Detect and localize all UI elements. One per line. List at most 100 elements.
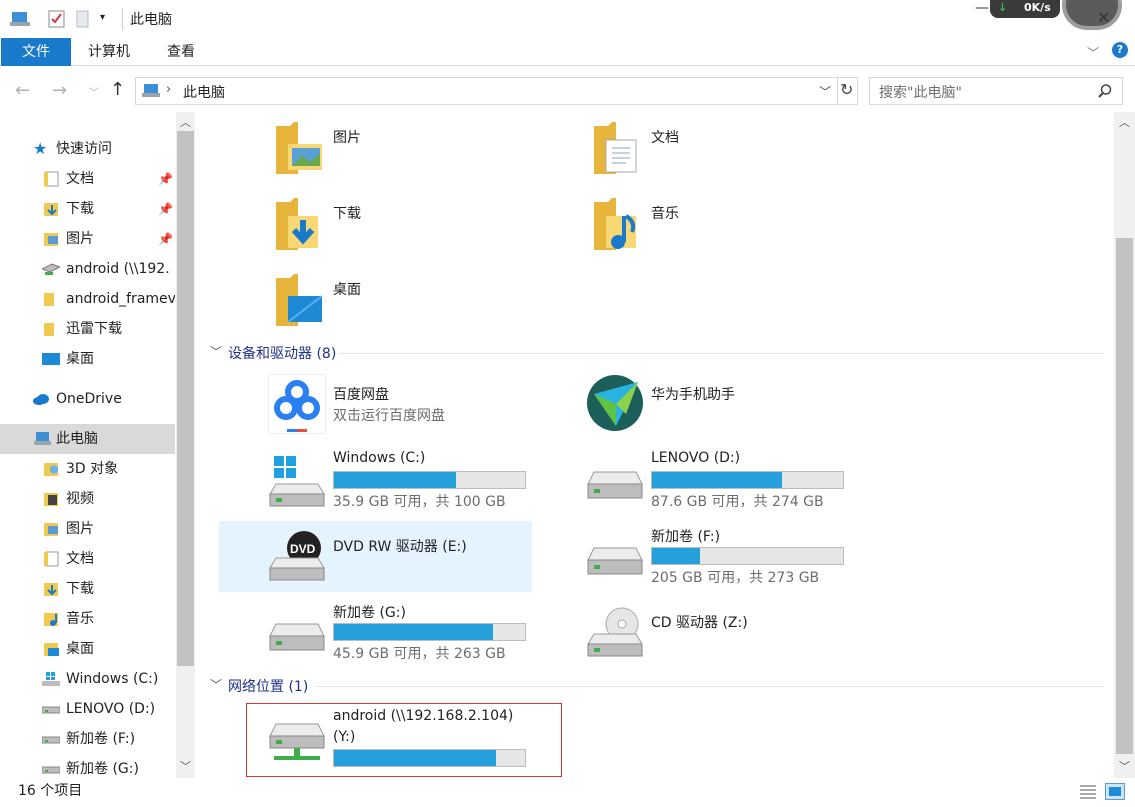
ribbon: 文件 计算机 查看 ﹀ ? <box>0 38 1135 66</box>
folder-label-downloads: 下载 <box>333 206 361 222</box>
search-box[interactable]: 搜索"此电脑" <box>869 77 1123 105</box>
drive-f-icon[interactable] <box>586 542 644 582</box>
item-count: 16 个项目 <box>18 783 83 799</box>
back-button[interactable]: ← <box>15 80 30 101</box>
downloads-icon <box>44 581 60 597</box>
pictures-icon <box>44 521 60 537</box>
close-button[interactable]: ✕ <box>1097 8 1110 27</box>
downloads-icon <box>44 201 60 217</box>
pin-icon[interactable]: 📌 <box>158 224 173 254</box>
folder-tile-music[interactable] <box>594 198 642 250</box>
forward-button[interactable]: → <box>52 80 67 101</box>
this-pc-icon <box>142 83 162 99</box>
windows-drive-icon <box>42 671 60 687</box>
folder-tile-downloads[interactable] <box>276 198 324 250</box>
network-name-line1: android (\\192.168.2.104) <box>333 708 514 724</box>
sidebar-item-desktop-pc[interactable]: 桌面 <box>0 634 175 664</box>
search-icon[interactable] <box>1098 84 1112 98</box>
device-tile-dvd-selected[interactable] <box>219 521 532 592</box>
group-header-network[interactable]: ﹀ 网络位置 (1) <box>210 676 1106 696</box>
refresh-icon[interactable]: ↻ <box>840 80 853 99</box>
sidebar-item-desktop[interactable]: 桌面 <box>0 344 175 374</box>
sidebar-scroll-thumb[interactable] <box>177 131 194 666</box>
sidebar-item-3d-objects[interactable]: 3D 对象 <box>0 454 175 484</box>
sidebar-item-downloads[interactable]: 下载 📌 <box>0 194 175 224</box>
sidebar-item-android-framework[interactable]: android_framev <box>0 284 175 314</box>
recent-locations-icon[interactable]: ﹀ <box>89 84 99 99</box>
network-usage-bar <box>333 749 526 767</box>
sidebar-item-onedrive[interactable]: OneDrive <box>0 384 175 414</box>
scroll-up-icon[interactable]: ︿ <box>1119 114 1130 130</box>
folder-label-pictures: 图片 <box>333 130 361 146</box>
sidebar-item-label: android (\\192. <box>66 261 170 277</box>
device-sub-g: 45.9 GB 可用，共 263 GB <box>333 646 506 662</box>
content-scrollbar[interactable]: ︿ ﹀ <box>1114 112 1135 778</box>
cube-icon <box>44 461 60 477</box>
sidebar-item-this-pc[interactable]: 此电脑 <box>0 424 175 454</box>
folder-tile-documents[interactable] <box>594 122 642 174</box>
sidebar-item-downloads-pc[interactable]: 下载 <box>0 574 175 604</box>
up-button[interactable]: ↑ <box>110 79 125 100</box>
cd-drive-icon[interactable] <box>586 606 644 660</box>
drive-icon <box>42 701 60 717</box>
sidebar-item-documents[interactable]: 文档 📌 <box>0 164 175 194</box>
group-header-devices[interactable]: ﹀ 设备和驱动器 (8) <box>210 343 1106 363</box>
breadcrumb-this-pc[interactable]: 此电脑 <box>183 82 225 102</box>
content-scroll-thumb[interactable] <box>1116 238 1133 754</box>
scroll-up-icon[interactable]: ︿ <box>180 114 191 130</box>
folder-tile-desktop[interactable] <box>276 274 324 326</box>
documents-icon <box>44 551 60 567</box>
sidebar-item-label: 图片 <box>66 231 94 247</box>
new-folder-icon[interactable] <box>76 10 90 28</box>
search-input[interactable]: 搜索"此电脑" <box>879 82 962 102</box>
sidebar-item-drive-f[interactable]: 新加卷 (F:) <box>0 724 175 754</box>
sidebar-item-videos[interactable]: 视频 <box>0 484 175 514</box>
chevron-down-icon[interactable]: ﹀ <box>210 676 222 693</box>
drive-icon <box>42 761 60 777</box>
breadcrumb-chevron-icon[interactable]: › <box>166 82 171 97</box>
sidebar-item-pictures-pc[interactable]: 图片 <box>0 514 175 544</box>
address-dropdown-icon[interactable]: ﹀ <box>819 83 831 100</box>
large-icons-view-icon[interactable] <box>1105 783 1125 800</box>
sidebar-item-music[interactable]: 音乐 <box>0 604 175 634</box>
address-bar[interactable]: › 此电脑 ﹀ ↻ <box>135 77 858 105</box>
quick-access-dropdown-icon[interactable]: ▾ <box>100 12 105 23</box>
documents-icon <box>44 171 60 187</box>
sidebar-item-pictures[interactable]: 图片 📌 <box>0 224 175 254</box>
help-icon[interactable]: ? <box>1112 42 1128 58</box>
drive-d-icon[interactable] <box>586 466 644 506</box>
folder-tile-pictures[interactable] <box>276 122 324 174</box>
chevron-down-icon[interactable]: ﹀ <box>210 343 222 360</box>
sidebar-item-drive-c[interactable]: Windows (C:) <box>0 664 175 694</box>
dvd-drive-icon[interactable]: DVD <box>268 530 326 584</box>
sidebar-scrollbar[interactable]: ︿ ﹀ <box>176 112 195 778</box>
device-name-z: CD 驱动器 (Z:) <box>651 615 748 631</box>
tab-computer[interactable]: 计算机 <box>88 38 130 66</box>
pin-icon[interactable]: 📌 <box>158 164 173 194</box>
downloads-folder-icon <box>276 198 318 250</box>
scroll-down-icon[interactable]: ﹀ <box>180 758 191 774</box>
ribbon-expand-icon[interactable]: ﹀ <box>1087 44 1099 61</box>
speed-text: 0K/s <box>1024 1 1051 14</box>
huawei-assistant-icon[interactable] <box>586 374 644 432</box>
tab-file[interactable]: 文件 <box>1 38 71 66</box>
sidebar-item-documents-pc[interactable]: 文档 <box>0 544 175 574</box>
details-view-icon[interactable] <box>1079 784 1097 800</box>
pin-icon[interactable]: 📌 <box>158 194 173 224</box>
sidebar-item-xunlei[interactable]: 迅雷下载 <box>0 314 175 344</box>
sidebar-item-label: 桌面 <box>66 351 94 367</box>
properties-icon[interactable] <box>48 10 66 28</box>
sidebar-item-android-share[interactable]: android (\\192. <box>0 254 175 284</box>
sidebar-item-label: 下载 <box>66 581 94 597</box>
minimize-button[interactable]: — <box>975 0 989 16</box>
windows-drive-icon[interactable] <box>268 454 326 510</box>
sidebar-item-drive-d[interactable]: LENOVO (D:) <box>0 694 175 724</box>
baidu-netdisk-icon[interactable] <box>268 374 326 434</box>
scroll-down-icon[interactable]: ﹀ <box>1119 758 1130 774</box>
drive-g-icon[interactable] <box>268 618 326 658</box>
title-separator <box>122 8 123 30</box>
tab-view[interactable]: 查看 <box>167 38 195 66</box>
drive-c-usage-bar <box>333 471 526 489</box>
sidebar-item-quick-access[interactable]: ★ 快速访问 <box>0 134 175 164</box>
network-drive-icon[interactable] <box>268 718 326 768</box>
